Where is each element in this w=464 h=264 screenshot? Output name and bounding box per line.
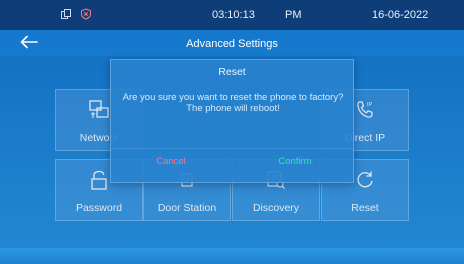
shield-x-icon <box>81 8 91 20</box>
dialog-divider <box>111 148 353 149</box>
status-ampm: PM <box>285 9 302 21</box>
header: Advanced Settings <box>0 30 464 56</box>
cancel-button[interactable]: Cancel <box>121 156 221 174</box>
status-bar: 03:10:13 PM 16-06-2022 <box>0 0 464 30</box>
copy-icon <box>61 9 71 19</box>
bottom-bezel <box>0 248 464 264</box>
reset-dialog: Reset Are you sure you want to reset the… <box>110 59 354 183</box>
dialog-message: Are you sure you want to reset the phone… <box>122 92 344 114</box>
status-date: 16-06-2022 <box>372 9 429 21</box>
dialog-title: Reset <box>218 66 246 78</box>
confirm-button[interactable]: Confirm <box>245 156 345 174</box>
intercom-screen: 03:10:13 PM 16-06-2022 Advanced Settings… <box>0 0 464 264</box>
page-title: Advanced Settings <box>186 38 278 50</box>
status-time: 03:10:13 <box>212 9 255 21</box>
